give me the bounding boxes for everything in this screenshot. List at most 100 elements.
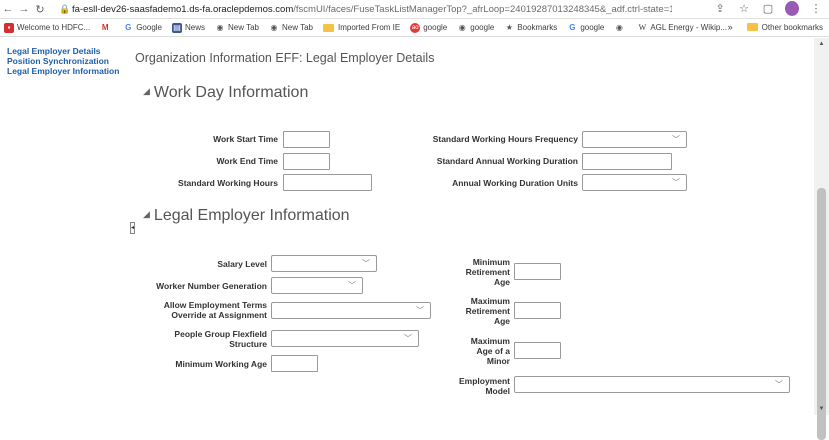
- bookmark-item[interactable]: M: [100, 23, 113, 33]
- lock-icon[interactable]: 🔒: [58, 4, 72, 15]
- label-line: Age of a: [476, 346, 510, 356]
- other-bookmarks-label: Other bookmarks: [761, 22, 823, 32]
- bookmark-label: News: [185, 23, 206, 32]
- chevron-down-icon: ﹀: [404, 334, 412, 343]
- work-start-time-label: Work Start Time: [213, 134, 278, 144]
- bookmark-item[interactable]: ao google: [410, 22, 447, 33]
- min-working-age-label: Minimum Working Age: [175, 359, 267, 369]
- std-hours-frequency-label: Standard Working Hours Frequency: [432, 134, 578, 144]
- url-path: /fscmUI/faces/FuseTaskListManagerTop?_af…: [293, 3, 672, 15]
- max-retirement-age-label: Maximum Retirement Age: [440, 296, 510, 326]
- label-line: Override at Assignment: [171, 310, 267, 320]
- chevron-down-icon: ﹀: [775, 380, 783, 389]
- standard-working-hours-label: Standard Working Hours: [178, 178, 278, 188]
- allow-employment-terms-label: Allow Employment Terms Override at Assig…: [140, 300, 267, 320]
- employment-model-label: Employment Model: [440, 376, 510, 396]
- scroll-down-arrow-icon[interactable]: ▼: [814, 403, 829, 415]
- work-end-time-label: Work End Time: [216, 156, 278, 166]
- label-line: Age: [493, 277, 510, 287]
- chevron-down-icon: ﹀: [416, 306, 424, 315]
- vertical-scrollbar[interactable]: ▲ ▼: [814, 38, 829, 440]
- bookmarks-bar: ▪ Welcome to HDFC... M G Google ▤ News ◉…: [0, 19, 829, 37]
- label-line: Maximum: [470, 336, 510, 346]
- bookmark-item[interactable]: ▪ Welcome to HDFC...: [4, 22, 91, 33]
- other-bookmarks[interactable]: » Other bookmarks: [728, 22, 823, 32]
- worker-number-generation-label: Worker Number Generation: [156, 281, 267, 291]
- google-icon: G: [569, 22, 576, 32]
- salary-level-select[interactable]: ﹀: [271, 255, 377, 272]
- bookmark-item[interactable]: ▤ News: [172, 22, 206, 33]
- triangle-down-icon[interactable]: ◢: [143, 209, 150, 219]
- folder-icon: [322, 23, 334, 32]
- std-annual-duration-input[interactable]: [582, 153, 672, 170]
- globe-icon: ◉: [216, 22, 224, 32]
- scroll-up-arrow-icon[interactable]: ▲: [814, 38, 829, 50]
- salary-level-label: Salary Level: [217, 259, 267, 269]
- std-annual-duration-label: Standard Annual Working Duration: [436, 156, 578, 166]
- label-line: Structure: [229, 339, 267, 349]
- bookmark-item[interactable]: G Google: [123, 23, 162, 33]
- url-host: fa-esll-dev26-saasfademo1.ds-fa.oraclepd…: [72, 3, 294, 15]
- bookmark-star-icon[interactable]: ☆: [737, 2, 751, 15]
- menu-dots-icon[interactable]: ⋮: [809, 2, 823, 15]
- forward-arrow-icon[interactable]: →: [16, 3, 32, 15]
- bookmark-item[interactable]: ◉ New Tab: [215, 23, 259, 33]
- bookmark-label: google: [470, 23, 495, 32]
- url-field[interactable]: fa-esll-dev26-saasfademo1.ds-fa.oraclepd…: [72, 4, 672, 15]
- bookmark-label: Google: [136, 23, 162, 32]
- allow-employment-terms-select[interactable]: ﹀: [271, 302, 431, 319]
- label-line: Employment: [458, 376, 510, 386]
- red-circle-icon: ao: [410, 22, 421, 33]
- chevron-down-icon: ﹀: [362, 259, 370, 268]
- nav-link-legal-employer-information[interactable]: Legal Employer Information: [7, 66, 127, 76]
- label-line: Allow Employment Terms: [163, 300, 267, 310]
- min-working-age-input[interactable]: [271, 355, 318, 372]
- standard-working-hours-input[interactable]: [283, 174, 372, 191]
- section-header-legal-employer[interactable]: ◢ Legal Employer Information: [143, 207, 350, 225]
- max-retirement-age-input[interactable]: [514, 302, 561, 319]
- nav-link-position-synchronization[interactable]: Position Synchronization: [7, 56, 127, 66]
- label-line: Minimum: [472, 257, 510, 267]
- reload-icon[interactable]: ↻: [32, 3, 48, 16]
- min-retirement-age-input[interactable]: [514, 263, 561, 280]
- page-title: Organization Information EFF: Legal Empl…: [135, 51, 435, 65]
- annual-duration-units-select[interactable]: ﹀: [582, 174, 687, 191]
- chevron-right-icon[interactable]: »: [728, 22, 733, 32]
- bookmark-item[interactable]: Imported From IE: [322, 23, 401, 32]
- bookmark-item[interactable]: ◉: [614, 23, 627, 33]
- pane-collapse-handle[interactable]: ◂: [130, 222, 135, 234]
- triangle-down-icon[interactable]: ◢: [143, 86, 150, 96]
- back-arrow-icon[interactable]: ←: [0, 3, 16, 15]
- annual-duration-units-label: Annual Working Duration Units: [452, 178, 578, 188]
- bookmark-item[interactable]: G google: [567, 23, 604, 33]
- globe-icon: ◉: [270, 22, 278, 32]
- employment-model-select[interactable]: ﹀: [514, 376, 790, 393]
- people-group-flexfield-select[interactable]: ﹀: [271, 330, 419, 347]
- bookmark-item[interactable]: W AGL Energy - Wikip...: [637, 23, 727, 33]
- profile-avatar[interactable]: [785, 1, 799, 16]
- bookmark-label: Imported From IE: [337, 23, 401, 32]
- people-group-flexfield-label: People Group Flexfield Structure: [140, 329, 267, 349]
- bookmark-label: New Tab: [282, 23, 313, 32]
- bookmark-item[interactable]: ◉ New Tab: [269, 23, 313, 33]
- work-start-time-input[interactable]: [283, 131, 330, 148]
- max-age-minor-input[interactable]: [514, 342, 561, 359]
- left-navigation: Legal Employer Details Position Synchron…: [7, 46, 127, 76]
- share-icon[interactable]: ⇪: [713, 2, 727, 15]
- star-icon: ★: [505, 22, 513, 32]
- hdfc-icon: ▪: [4, 22, 14, 33]
- bookmark-item[interactable]: ★ Bookmarks: [504, 22, 558, 33]
- bookmark-item[interactable]: ◉ google: [457, 23, 495, 33]
- work-end-time-input[interactable]: [283, 153, 330, 170]
- bookmark-label: Bookmarks: [517, 23, 558, 32]
- worker-number-generation-select[interactable]: ﹀: [271, 277, 363, 294]
- window-icon[interactable]: ▢: [761, 2, 775, 15]
- std-hours-frequency-select[interactable]: ﹀: [582, 131, 687, 148]
- section-header-work-day[interactable]: ◢ Work Day Information: [143, 84, 308, 102]
- bookmark-label: Welcome to HDFC...: [17, 23, 91, 32]
- label-line: Maximum: [470, 296, 510, 306]
- label-line: People Group Flexfield: [174, 329, 267, 339]
- google-icon: G: [125, 22, 132, 32]
- nav-link-legal-employer-details[interactable]: Legal Employer Details: [7, 46, 127, 56]
- label-line: Minor: [486, 356, 510, 366]
